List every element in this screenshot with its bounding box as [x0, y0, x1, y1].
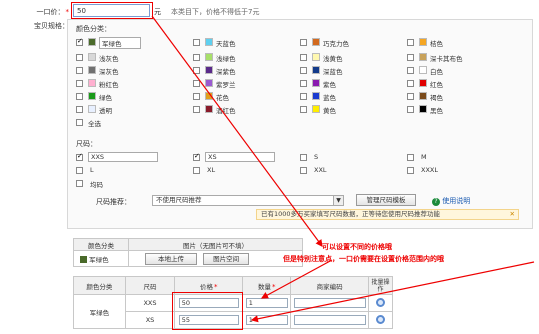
arrow-note-to-table: [260, 259, 333, 299]
annotation-line1: 可以设置不同的价格哦: [322, 243, 392, 251]
annotation-line2: 但是特别注意点，一口价需要在设置价格范围内的哦: [283, 255, 444, 263]
arrow-price-to-note: [151, 15, 323, 247]
annotation-arrows: [151, 15, 535, 323]
arrow-long-note: [250, 261, 535, 323]
